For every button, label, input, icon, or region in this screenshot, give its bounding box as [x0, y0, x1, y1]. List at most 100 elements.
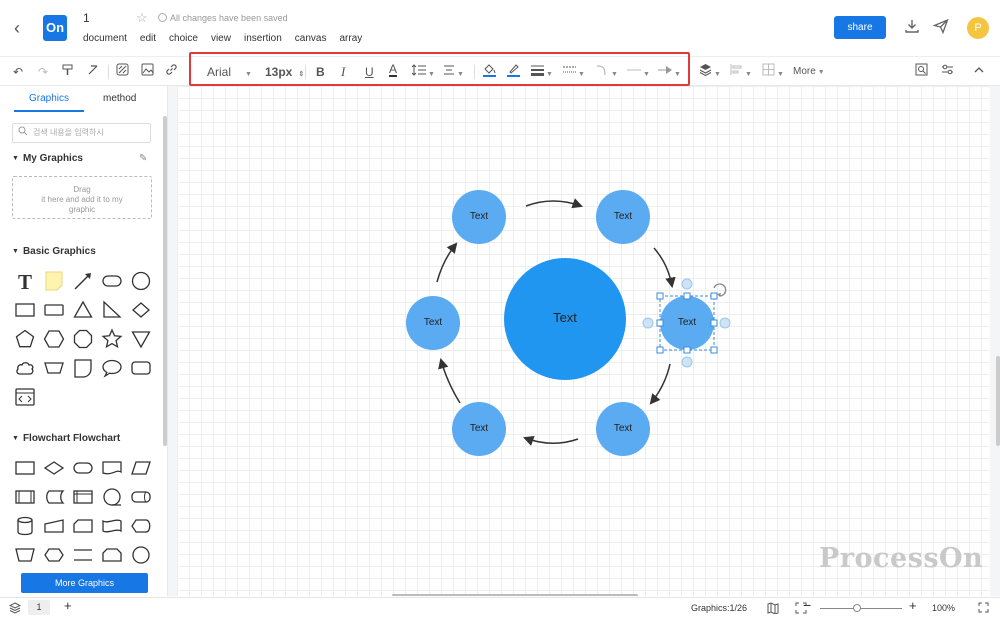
sequential-data-shape-icon[interactable]: [101, 486, 123, 508]
arrow-connector[interactable]: [436, 242, 458, 283]
right-triangle-shape-icon[interactable]: [101, 299, 123, 321]
more-button[interactable]: More ▼: [793, 63, 825, 81]
link-icon[interactable]: [165, 63, 178, 81]
back-arrow-icon[interactable]: ‹: [14, 18, 30, 38]
share-button[interactable]: share: [834, 16, 886, 39]
undo-icon[interactable]: ↶: [13, 63, 23, 81]
parallel-mode-shape-icon[interactable]: [72, 544, 94, 566]
cloud-shape-icon[interactable]: [14, 357, 36, 379]
tab-graphics[interactable]: Graphics: [29, 93, 69, 104]
arrow-connector[interactable]: [649, 363, 671, 405]
diamond-shape-icon[interactable]: [130, 299, 152, 321]
predefined-process-shape-icon[interactable]: [14, 486, 36, 508]
internal-storage-shape-icon[interactable]: [72, 486, 94, 508]
edit-pencil-icon[interactable]: ✎: [139, 153, 147, 164]
menu-array[interactable]: array: [339, 33, 362, 44]
arrow-connector[interactable]: [525, 198, 583, 209]
redo-icon[interactable]: ↷: [38, 63, 48, 81]
clear-format-icon[interactable]: [87, 63, 99, 81]
rectangle-shape-icon[interactable]: [14, 299, 36, 321]
node-label: Text: [469, 211, 489, 222]
arrow-line-shape-icon[interactable]: [72, 270, 94, 292]
card-shape-icon[interactable]: [130, 357, 152, 379]
user-avatar[interactable]: P: [967, 17, 989, 39]
text-shape-icon[interactable]: T: [14, 270, 36, 292]
canvas-vertical-scrollbar[interactable]: [996, 356, 1000, 446]
collapse-toolbar-icon[interactable]: [973, 63, 985, 81]
menu-choice[interactable]: choice: [169, 33, 198, 44]
preparation-shape-icon[interactable]: [43, 544, 65, 566]
paper-tape-shape-icon[interactable]: [101, 515, 123, 537]
page-tab[interactable]: 1: [28, 600, 50, 615]
tab-method[interactable]: method: [103, 93, 136, 104]
section-flowchart[interactable]: Flowchart Flowchart: [12, 433, 120, 444]
delay-shape-icon[interactable]: [72, 357, 94, 379]
pattern-icon[interactable]: [116, 63, 129, 81]
download-icon[interactable]: [903, 18, 921, 36]
card-flow-shape-icon[interactable]: [72, 515, 94, 537]
layers-icon[interactable]: ▼: [699, 63, 721, 81]
speech-bubble-shape-icon[interactable]: [101, 357, 123, 379]
section-basic-graphics[interactable]: Basic Graphics: [12, 246, 96, 257]
inverted-triangle-shape-icon[interactable]: [130, 328, 152, 350]
direct-data-shape-icon[interactable]: [130, 486, 152, 508]
node-label: Text: [677, 317, 697, 328]
menu-canvas[interactable]: canvas: [295, 33, 327, 44]
star-shape-icon[interactable]: [101, 328, 123, 350]
code-block-shape-icon[interactable]: [14, 386, 36, 408]
shape-search-input[interactable]: 검색 내용을 입력하시: [12, 123, 151, 143]
rounded-rect-shape-icon[interactable]: [101, 270, 123, 292]
align-shapes-icon[interactable]: ▼: [730, 63, 752, 81]
arrow-connector[interactable]: [653, 247, 676, 289]
pentagon-shape-icon[interactable]: [14, 328, 36, 350]
hexagon-shape-icon[interactable]: [43, 328, 65, 350]
process-shape-icon[interactable]: [14, 457, 36, 479]
arrow-connector[interactable]: [523, 435, 579, 446]
data-shape-icon[interactable]: [130, 457, 152, 479]
format-painter-icon[interactable]: [62, 63, 74, 81]
app-logo[interactable]: On: [43, 15, 67, 41]
menu-document[interactable]: document: [83, 33, 127, 44]
stored-data-shape-icon[interactable]: [43, 486, 65, 508]
manual-operation-shape-icon[interactable]: [14, 544, 36, 566]
my-graphics-dropzone[interactable]: Drag it here and add it to my graphic: [12, 176, 152, 219]
document-title[interactable]: 1: [83, 11, 90, 25]
database-shape-icon[interactable]: [14, 515, 36, 537]
settings-sliders-icon[interactable]: [941, 63, 954, 81]
add-page-icon[interactable]: +: [64, 599, 72, 612]
arrow-connector[interactable]: [438, 357, 461, 404]
triangle-shape-icon[interactable]: [72, 299, 94, 321]
sticky-note-shape-icon[interactable]: [43, 270, 65, 292]
display-shape-icon[interactable]: [130, 515, 152, 537]
circle-shape-icon[interactable]: [130, 270, 152, 292]
trapezoid-shape-icon[interactable]: [43, 357, 65, 379]
more-graphics-button[interactable]: More Graphics: [21, 573, 148, 593]
section-my-graphics[interactable]: My Graphics: [12, 153, 83, 164]
loop-limit-shape-icon[interactable]: [101, 544, 123, 566]
map-icon[interactable]: [767, 602, 779, 617]
image-icon[interactable]: [141, 63, 154, 81]
decision-shape-icon[interactable]: [43, 457, 65, 479]
manual-input-shape-icon[interactable]: [43, 515, 65, 537]
group-icon[interactable]: ▼: [762, 63, 784, 81]
zoom-out-icon[interactable]: −: [803, 598, 811, 612]
drawing-canvas[interactable]: Text Text Text Text Text Text Text Proce…: [177, 86, 990, 596]
octagon-shape-icon[interactable]: [72, 328, 94, 350]
zoom-in-icon[interactable]: +: [909, 599, 917, 612]
connector-shape-icon[interactable]: [130, 544, 152, 566]
document-shape-icon[interactable]: [101, 457, 123, 479]
menu-view[interactable]: view: [211, 33, 231, 44]
rect-shape-icon[interactable]: [43, 299, 65, 321]
zoom-slider-thumb[interactable]: [853, 604, 861, 612]
pages-layers-icon[interactable]: [8, 602, 22, 617]
menu-edit[interactable]: edit: [140, 33, 156, 44]
canvas-horizontal-scrollbar[interactable]: [392, 594, 638, 596]
star-icon[interactable]: ☆: [136, 10, 148, 26]
terminator-shape-icon[interactable]: [72, 457, 94, 479]
menu-insertion[interactable]: insertion: [244, 33, 282, 44]
panel-scrollbar[interactable]: [163, 116, 167, 446]
find-replace-icon[interactable]: [915, 63, 928, 81]
send-icon[interactable]: [932, 18, 950, 36]
zoom-slider[interactable]: [820, 608, 902, 609]
fullscreen-icon[interactable]: [978, 602, 989, 616]
